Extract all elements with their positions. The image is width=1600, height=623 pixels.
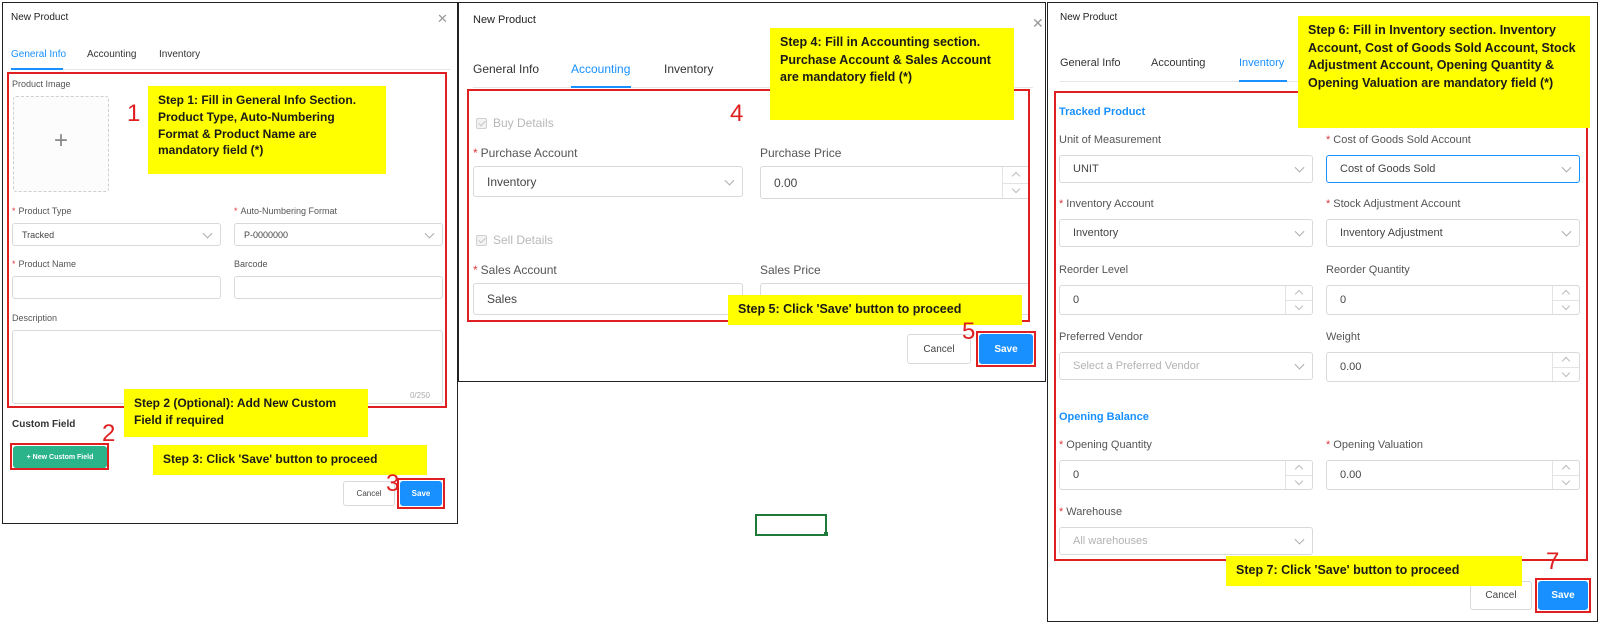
close-icon[interactable]: ✕ — [1032, 15, 1044, 32]
tab-general-info[interactable]: General Info — [473, 62, 539, 76]
step4-highlight — [467, 89, 1030, 322]
step4-note: Step 4: Fill in Accounting section. Purc… — [770, 28, 1014, 120]
step5-note: Step 5: Click 'Save' button to proceed — [728, 295, 1022, 325]
cell-fill-handle[interactable] — [824, 532, 828, 536]
step1-number: 1 — [127, 100, 141, 127]
tab-active-indicator — [571, 86, 631, 88]
tab-inventory[interactable]: Inventory — [664, 62, 713, 76]
step2-number: 2 — [102, 420, 116, 447]
step7-number: 7 — [1546, 548, 1560, 575]
dialog-title: New Product — [473, 14, 536, 26]
custom-field-label: Custom Field — [12, 419, 76, 430]
step1-note: Step 1: Fill in General Info Section. Pr… — [148, 86, 386, 174]
selected-cell[interactable] — [755, 514, 827, 536]
tab-inventory[interactable]: Inventory — [159, 49, 200, 60]
dialog-title: New Product — [11, 12, 69, 23]
step6-highlight — [1054, 91, 1588, 561]
step7-note: Step 7: Click 'Save' button to proceed — [1226, 556, 1522, 586]
step3-number: 3 — [386, 470, 400, 497]
close-icon[interactable]: ✕ — [437, 11, 448, 27]
step7-highlight — [1535, 578, 1591, 613]
tab-divider — [11, 69, 451, 70]
tab-accounting[interactable]: Accounting — [571, 62, 630, 76]
tab-active-indicator — [11, 68, 63, 70]
dialog-title: New Product — [1060, 12, 1118, 23]
tab-inventory[interactable]: Inventory — [1239, 57, 1284, 69]
tab-accounting[interactable]: Accounting — [87, 49, 136, 60]
step5-number: 5 — [962, 318, 976, 345]
step3-highlight — [397, 478, 445, 509]
step4-number: 4 — [730, 100, 744, 127]
step6-note: Step 6: Fill in Inventory section. Inven… — [1298, 16, 1590, 128]
step2-highlight — [10, 443, 109, 470]
tab-general-info[interactable]: General Info — [11, 49, 66, 60]
step5-highlight — [976, 331, 1036, 367]
tab-active-indicator — [1239, 80, 1287, 82]
tab-accounting[interactable]: Accounting — [1151, 57, 1205, 69]
step2-note: Step 2 (Optional): Add New Custom Field … — [124, 389, 368, 437]
tab-general-info[interactable]: General Info — [1060, 57, 1121, 69]
